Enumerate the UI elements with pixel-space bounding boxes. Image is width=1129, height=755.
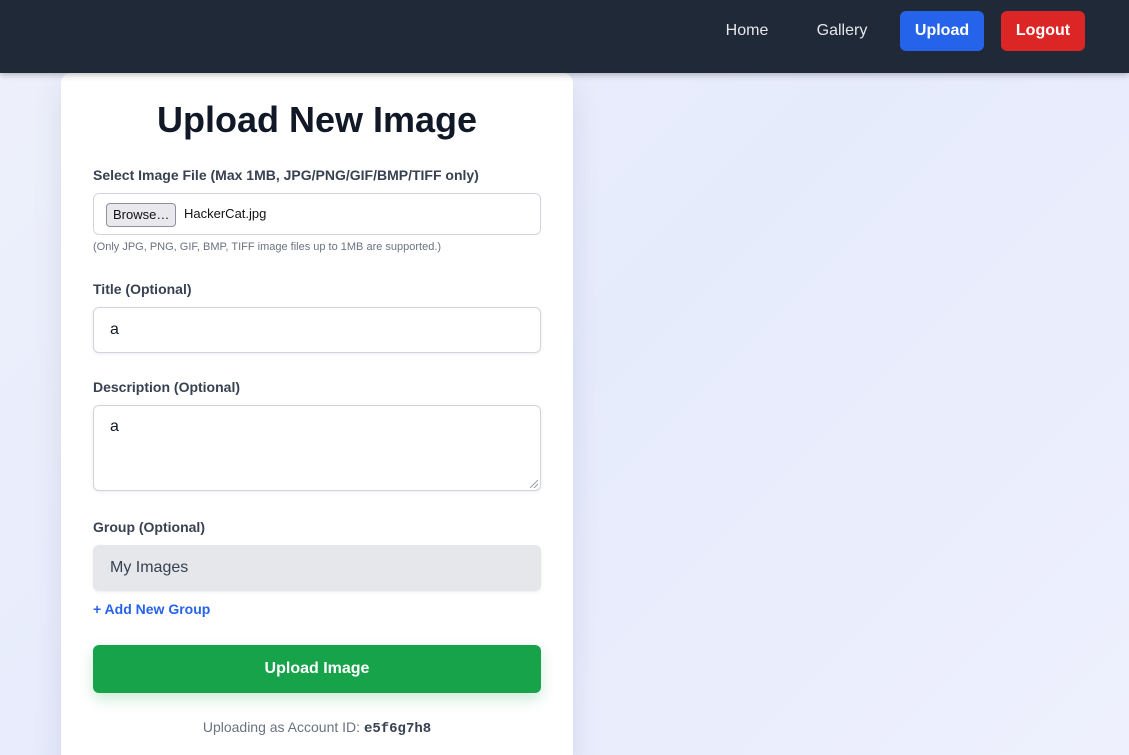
nav-logout-button[interactable]: Logout <box>1001 11 1085 51</box>
upload-form-card: Upload New Image Select Image File (Max … <box>61 73 573 755</box>
top-navbar: Home Gallery Upload Logout <box>0 0 1129 73</box>
selected-file-name: HackerCat.jpg <box>184 206 267 221</box>
description-value: a <box>110 418 119 435</box>
nav-gallery-link[interactable]: Gallery <box>808 11 876 51</box>
nav-home-link[interactable]: Home <box>714 11 780 51</box>
group-select[interactable]: My Images <box>93 545 541 591</box>
account-prefix: Uploading as Account ID: <box>202 719 364 735</box>
account-info: Uploading as Account ID: e5f6g7h8 <box>61 719 573 737</box>
resize-grip-icon[interactable] <box>530 480 538 488</box>
file-input[interactable]: Browse… HackerCat.jpg <box>93 193 541 235</box>
file-help-text: (Only JPG, PNG, GIF, BMP, TIFF image fil… <box>93 241 442 253</box>
account-id: e5f6g7h8 <box>363 721 432 737</box>
page-title: Upload New Image <box>156 99 478 140</box>
file-field-label: Select Image File (Max 1MB, JPG/PNG/GIF/… <box>93 167 479 183</box>
title-field-label: Title (Optional) <box>93 281 192 297</box>
add-new-group-link[interactable]: + Add New Group <box>93 601 210 617</box>
browse-button[interactable]: Browse… <box>106 203 177 227</box>
nav-upload-button[interactable]: Upload <box>900 11 984 51</box>
group-field-label: Group (Optional) <box>93 519 205 535</box>
description-field-label: Description (Optional) <box>93 379 240 395</box>
upload-image-button[interactable]: Upload Image <box>93 645 541 693</box>
description-textarea[interactable]: a <box>93 405 541 491</box>
title-input[interactable]: a <box>93 307 541 353</box>
